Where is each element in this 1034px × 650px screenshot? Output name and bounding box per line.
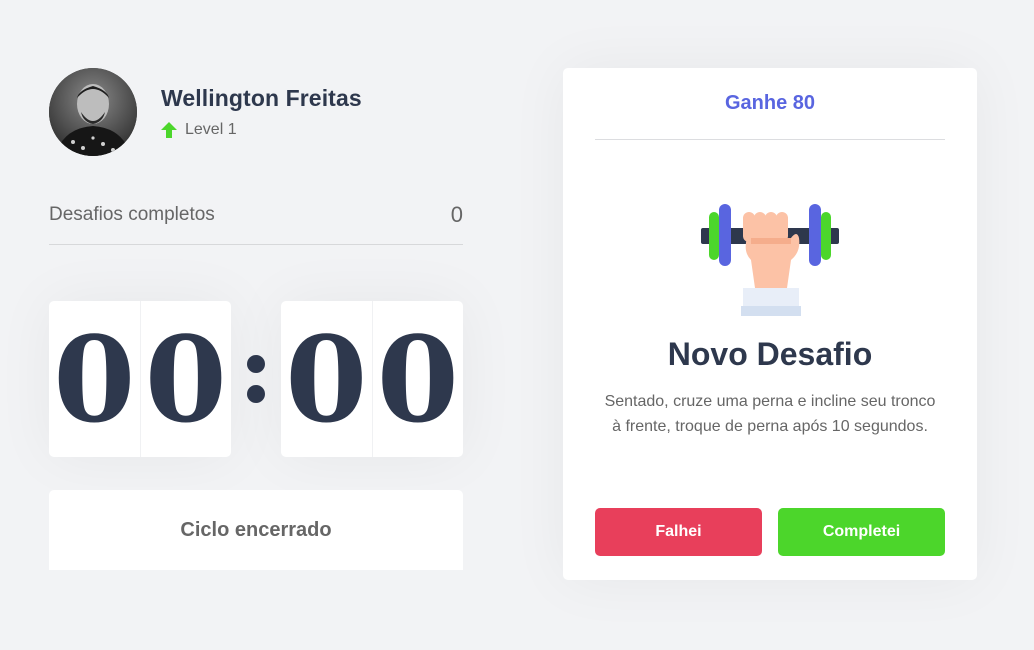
countdown-seconds: 0 0 xyxy=(281,301,463,457)
completed-challenges-count: 0 xyxy=(450,202,463,227)
level-row: Level 1 xyxy=(161,121,362,139)
left-column: Wellington Freitas Level 1 Desafios comp… xyxy=(49,68,463,570)
level-label: Level 1 xyxy=(185,121,237,138)
countdown-separator xyxy=(231,349,281,409)
page: Wellington Freitas Level 1 Desafios comp… xyxy=(0,0,1034,650)
failed-button[interactable]: Falhei xyxy=(595,508,762,556)
user-name: Wellington Freitas xyxy=(161,85,362,111)
challenge-title: Novo Desafio xyxy=(667,336,873,372)
separator-dot xyxy=(247,355,265,373)
challenge-card: Ganhe 80 Novo Desafio Sentado, cruze uma… xyxy=(563,68,977,580)
completed-challenges: Desafios completos 0 xyxy=(49,202,463,245)
second-digit-right: 0 xyxy=(376,309,459,449)
arrow-up-icon xyxy=(161,122,177,138)
second-digit-left: 0 xyxy=(281,301,373,457)
completed-button[interactable]: Completei xyxy=(778,508,945,556)
cycle-ended-button[interactable]: Ciclo encerrado xyxy=(49,490,463,570)
profile: Wellington Freitas Level 1 xyxy=(49,68,463,156)
avatar xyxy=(49,68,137,156)
challenge-actions: Falhei Completei xyxy=(595,508,945,556)
countdown: 0 0 0 0 xyxy=(49,301,463,457)
minute-digit-right: 0 xyxy=(144,309,227,449)
challenge-description: Sentado, cruze uma perna e incline seu t… xyxy=(604,393,936,435)
dumbbell-hand-icon xyxy=(701,204,839,316)
countdown-minutes: 0 0 xyxy=(49,301,231,457)
profile-info: Wellington Freitas Level 1 xyxy=(161,85,362,139)
separator-dot xyxy=(247,385,265,403)
minute-digit-left: 0 xyxy=(49,301,141,457)
completed-challenges-label: Desafios completos xyxy=(49,204,215,225)
challenge-reward: Ganhe 80 xyxy=(595,68,945,140)
